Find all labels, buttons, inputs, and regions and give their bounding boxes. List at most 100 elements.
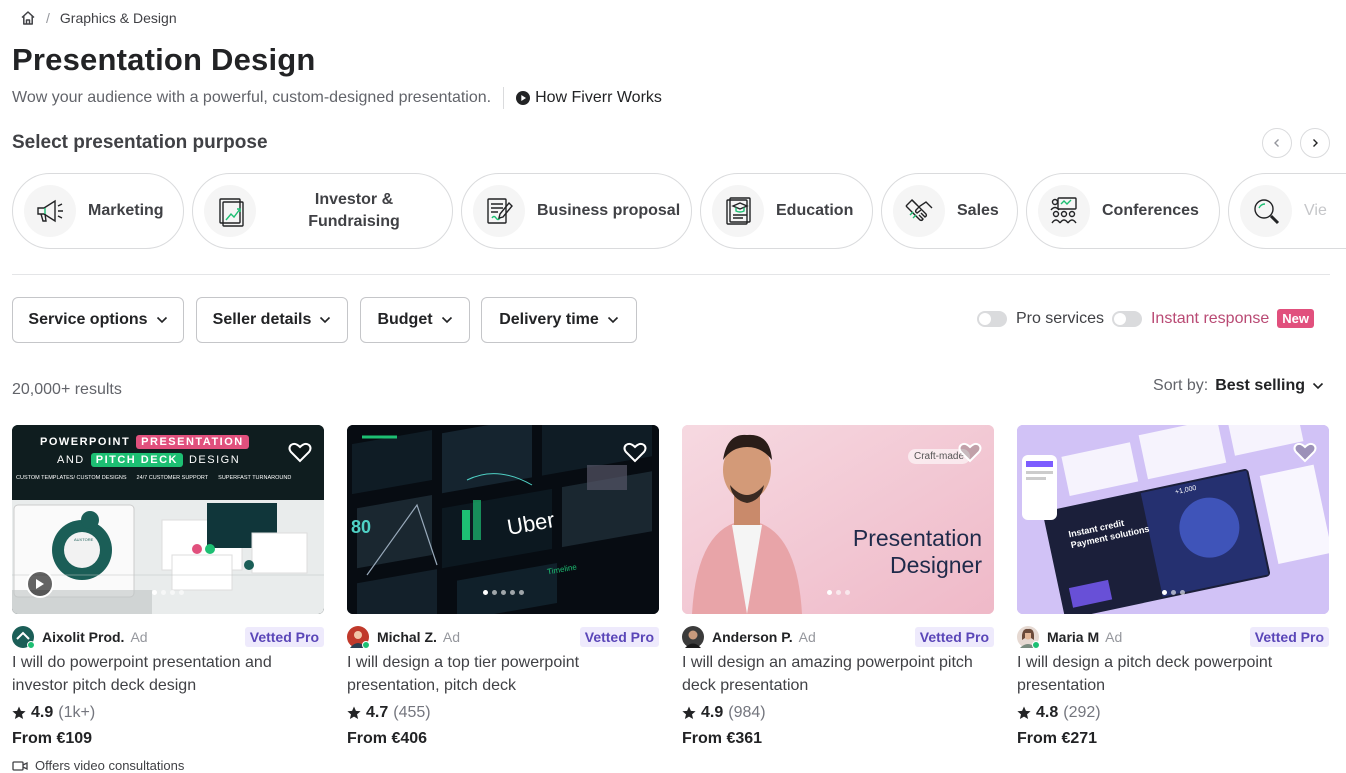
chevron-down-icon [441,316,452,324]
carousel-dot[interactable] [826,590,832,595]
video-consultation-note: Offers video consultations [12,758,324,773]
rating-value: 4.9 [31,704,54,721]
thumb-headline: Presentation Designer [853,525,982,579]
avatar[interactable] [12,626,35,649]
purpose-label: Investor & Fundraising [308,191,400,230]
gig-card[interactable]: 80 Uber Timeline Michal Z. Ad Vetted Pro… [347,425,659,748]
heart-icon[interactable] [288,441,312,463]
purpose-business-proposal[interactable]: Business proposal [461,173,692,249]
carousel-dot[interactable] [500,590,506,595]
purpose-label: Vie [1304,202,1327,219]
pro-services-label: Pro services [1015,309,1104,327]
rating-row: 4.9 (984) [682,704,994,722]
gig-thumbnail[interactable]: Instant credit Payment solutions +1,000 [1017,425,1329,614]
carousel-next-button[interactable] [1300,128,1330,158]
instant-response-toggle[interactable] [1111,310,1142,327]
thumb-feature: 24/7 CUSTOMER SUPPORT [136,475,209,481]
purpose-investor-fundraising[interactable]: Investor & Fundraising [192,173,453,249]
sort-by-dropdown[interactable]: Sort by: Best selling [1153,377,1324,395]
pro-services-toggle[interactable] [976,310,1007,327]
carousel-dots [12,590,324,595]
breadcrumb-category-link[interactable]: Graphics & Design [60,10,177,26]
carousel-dot[interactable] [1170,590,1176,595]
gig-thumbnail[interactable]: POWERPOINT PRESENTATION AND PITCH DECK D… [12,425,324,614]
rating-value: 4.9 [701,704,724,721]
seller-name[interactable]: Aixolit Prod. [42,629,124,645]
rating-row: 4.8 (292) [1017,704,1329,722]
play-circle-icon [516,91,531,105]
gig-thumbnail[interactable]: Craft-made Presentation Designer [682,425,994,614]
purpose-partial[interactable]: Vie [1228,173,1346,249]
gig-card[interactable]: Craft-made Presentation Designer Anderso… [682,425,994,748]
carousel-dot[interactable] [170,590,175,595]
carousel-dot[interactable] [1179,590,1185,595]
rating-row: 4.7 (455) [347,704,659,722]
heart-icon[interactable] [623,441,647,463]
carousel-dot[interactable] [179,590,184,595]
carousel-dots [347,590,659,595]
thumb-highlight: PITCH DECK [90,453,183,467]
gig-card[interactable]: POWERPOINT PRESENTATION AND PITCH DECK D… [12,425,324,773]
carousel-dot[interactable] [152,590,157,595]
home-icon[interactable] [20,10,36,26]
review-count: (292) [1063,704,1101,721]
star-icon [1017,706,1031,719]
carousel-dot[interactable] [835,590,841,595]
seller-name[interactable]: Maria M [1047,629,1099,645]
online-status-dot [1032,641,1040,649]
purpose-label: Conferences [1102,202,1199,219]
seller-row: Anderson P. Ad Vetted Pro [682,626,994,648]
how-fiverr-works-button[interactable]: How Fiverr Works [516,89,662,107]
seller-name[interactable]: Michal Z. [377,629,437,645]
carousel-dot[interactable] [482,590,488,595]
seller-row: Maria M Ad Vetted Pro [1017,626,1329,649]
gig-thumbnail[interactable]: 80 Uber Timeline [347,425,659,614]
carousel-dot[interactable] [491,590,497,595]
carousel-prev-button[interactable] [1262,128,1292,158]
carousel-dot[interactable] [161,590,166,595]
purpose-sales[interactable]: Sales [881,173,1018,249]
gig-card[interactable]: Instant credit Payment solutions +1,000 … [1017,425,1329,748]
seller-name[interactable]: Anderson P. [712,629,793,645]
heart-icon[interactable] [1293,441,1317,463]
purpose-label: Marketing [88,202,164,219]
chevron-left-icon [1274,139,1279,147]
rating-row: 4.9 (1k+) [12,704,324,722]
chevron-right-icon [1313,139,1318,147]
star-icon [682,706,696,719]
gig-title[interactable]: I will design a pitch deck powerpoint pr… [1017,651,1329,697]
sort-value: Best selling [1215,377,1305,394]
gig-title[interactable]: I will design an amazing powerpoint pitc… [682,651,994,697]
carousel-dot[interactable] [509,590,515,595]
vetted-pro-badge: Vetted Pro [579,627,659,647]
thumb-feature: SUPERFAST TURNAROUND [218,475,292,481]
avatar[interactable] [682,626,704,648]
budget-filter[interactable]: Budget [360,297,470,343]
delivery-time-filter[interactable]: Delivery time [481,297,637,343]
purpose-education[interactable]: Education [700,173,873,249]
avatar[interactable] [1017,626,1040,649]
seller-details-filter[interactable]: Seller details [196,297,348,343]
star-icon [347,706,361,719]
chevron-down-icon [320,316,331,324]
carousel-dot[interactable] [844,590,850,595]
how-fiverr-works-label: How Fiverr Works [535,89,662,106]
play-icon [36,579,44,589]
gig-price: From €109 [12,730,93,747]
carousel-dot[interactable] [1161,590,1167,595]
thumb-text: POWERPOINT [40,436,131,448]
new-badge: New [1277,309,1314,328]
heart-icon[interactable] [958,441,982,463]
avatar[interactable] [347,626,370,649]
gig-title[interactable]: I will design a top tier powerpoint pres… [347,651,659,697]
carousel-dot[interactable] [518,590,524,595]
purpose-label: Sales [957,202,999,219]
results-count: 20,000+ results [12,381,122,398]
thumb-headline-1: POWERPOINT PRESENTATION [40,435,249,449]
purpose-conferences[interactable]: Conferences [1026,173,1220,249]
purpose-carousel-nav [1262,128,1330,158]
purpose-marketing[interactable]: Marketing [12,173,184,249]
gig-title[interactable]: I will do powerpoint presentation and in… [12,651,324,697]
thumb-big-number: 80 [351,517,372,537]
service-options-filter[interactable]: Service options [12,297,184,343]
